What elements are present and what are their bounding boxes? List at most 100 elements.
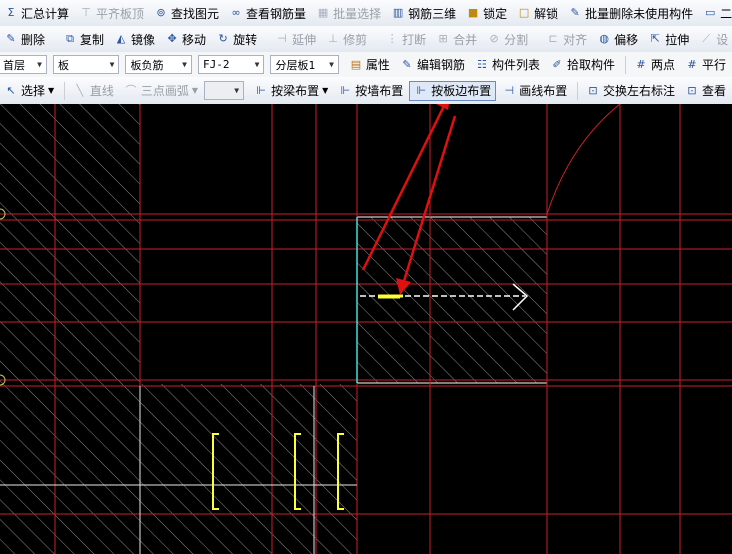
lock-icon: ■ — [467, 6, 479, 19]
delete-icon: ✎ — [6, 32, 16, 45]
chevron-down-icon: ▼ — [234, 86, 240, 95]
separator — [577, 81, 578, 100]
view-button[interactable]: ⊡ 查看 — [681, 81, 730, 101]
split-icon: ⊘ — [489, 32, 499, 45]
two-point-button[interactable]: # 两点 — [630, 55, 679, 75]
offset-button[interactable]: ◍ 偏移 — [593, 29, 642, 49]
edit-rebar-button[interactable]: ✎ 编辑钢筋 — [396, 55, 469, 75]
stretch-icon: ⇱ — [650, 32, 660, 45]
copy-icon: ⧉ — [66, 32, 74, 45]
three-point-arc-button[interactable]: ⌒ 三点画弧 ▼ — [120, 81, 202, 101]
view-2d-icon: ▭ — [704, 6, 716, 19]
pick-component-button[interactable]: ✐ 拾取构件 — [546, 55, 619, 75]
beam-layout-icon: ⊩ — [256, 83, 266, 97]
stretch-button[interactable]: ⇱ 拉伸 — [644, 29, 693, 49]
lock-button[interactable]: ■ 锁定 — [462, 3, 511, 23]
category-select[interactable]: 板 ▼ — [52, 55, 120, 74]
layout-by-wall-button[interactable]: ⊩ 按墙布置 — [334, 81, 407, 101]
parallel-icon: # — [687, 57, 697, 71]
view-icon: ⊡ — [687, 83, 697, 97]
view-2d-button[interactable]: ▭二维 — [699, 3, 732, 23]
extend-button[interactable]: ⊣ 延伸 — [271, 29, 320, 49]
align-top-icon: ⊤ — [81, 6, 91, 19]
slab-region-selected[interactable] — [357, 217, 547, 383]
delete-button[interactable]: ✎ 删除 — [0, 29, 49, 49]
rotate-icon: ↻ — [218, 32, 228, 45]
settings-button[interactable]: ⟋ 设 — [695, 29, 732, 49]
component-list-icon: ☷ — [477, 57, 487, 71]
line-button[interactable]: ╲ 直线 — [69, 81, 118, 101]
binoculars-icon: ⊚ — [156, 6, 166, 19]
align-slab-top-button[interactable]: ⊤ 平齐板顶 — [75, 3, 148, 23]
line-icon: ╲ — [76, 83, 84, 97]
move-button[interactable]: ✥ 移动 — [161, 29, 210, 49]
arc-icon: ⌒ — [125, 83, 137, 97]
layout-by-beam-button[interactable]: ⊩ 按梁布置 ▼ — [250, 81, 332, 101]
chevron-down-icon: ▼ — [329, 60, 334, 69]
component-list-button[interactable]: ☷ 构件列表 — [471, 55, 544, 75]
sum-icon: Σ — [7, 6, 15, 19]
drawing-canvas[interactable] — [0, 104, 732, 554]
mirror-button[interactable]: ◭ 镜像 — [110, 29, 159, 49]
chevron-down-icon: ▼ — [191, 86, 199, 95]
chevron-down-icon: ▼ — [37, 60, 42, 69]
batch-select-button[interactable]: ▦ 批量选择 — [312, 3, 385, 23]
select-button[interactable]: ↖ 选择 ▼ — [0, 81, 58, 101]
properties-icon: ▤ — [350, 57, 362, 71]
glasses-icon: ∞ — [231, 6, 241, 19]
rebar-3d-button[interactable]: ▥ 钢筋三维 — [387, 3, 460, 23]
batch-delete-unused-button[interactable]: ✎ 批量删除未使用构件 — [564, 3, 697, 23]
break-button[interactable]: ⋮ 打断 — [381, 29, 430, 49]
chevron-down-icon: ▼ — [48, 86, 55, 95]
batch-select-icon: ▦ — [317, 6, 329, 19]
mirror-icon: ◭ — [116, 32, 126, 45]
edit-toolbar: ✎ 删除 ⧉ 复制 ◭ 镜像 ✥ 移动 ↻ 旋转 ⊣ 延伸 ⊥ 修剪 ⋮ 打断 ⊞ 合并 ⊘ 分割 … — [0, 26, 732, 53]
swap-icon: ⊡ — [588, 83, 598, 97]
break-icon: ⋮ — [386, 32, 398, 45]
edit-rebar-icon: ✎ — [402, 57, 412, 71]
view-rebar-quantity-button[interactable]: ∞ 查看钢筋量 — [225, 3, 310, 23]
slab-region[interactable] — [0, 104, 140, 384]
swap-annotation-button[interactable]: ⊡ 交换左右标注 — [582, 81, 679, 101]
parallel-button[interactable]: # 平行 — [681, 55, 730, 75]
rotate-button[interactable]: ↻ 旋转 — [212, 29, 261, 49]
cursor-icon: ↖ — [6, 83, 16, 97]
settings-icon: ⟋ — [702, 32, 711, 45]
layout-by-slab-edge-button[interactable]: ⊩ 按板边布置 — [409, 80, 497, 101]
merge-button[interactable]: ⊞ 合并 — [432, 29, 481, 49]
unlock-icon: □ — [518, 6, 530, 19]
component-toolbar: 首层 ▼ 板 ▼ 板负筋 ▼ FJ-2 ▼ 分层板1 ▼ ▤ 属性 ✎ 编辑钢筋 ☷ 构件列表 … — [0, 52, 732, 78]
move-icon: ✥ — [167, 32, 177, 45]
sum-calc-button[interactable]: Σ 汇总计算 — [0, 3, 73, 23]
slab-edge-layout-icon: ⊩ — [416, 83, 427, 97]
subcategory-select[interactable]: 板负筋 ▼ — [125, 55, 192, 74]
properties-button[interactable]: ▤ 属性 — [345, 55, 394, 75]
trim-button[interactable]: ⊥ 修剪 — [322, 29, 371, 49]
separator — [624, 55, 626, 74]
batch-delete-icon: ✎ — [570, 6, 580, 19]
separator — [64, 81, 65, 100]
split-button[interactable]: ⊘ 分割 — [483, 29, 532, 49]
chevron-down-icon: ▼ — [109, 60, 115, 69]
unlock-button[interactable]: □ 解锁 — [513, 3, 562, 23]
layer-select[interactable]: 分层板1 ▼ — [270, 55, 339, 74]
find-element-button[interactable]: ⊚ 查找图元 — [150, 3, 223, 23]
two-point-icon: # — [636, 57, 646, 71]
offset-icon: ◍ — [599, 32, 609, 45]
merge-icon: ⊞ — [438, 32, 448, 45]
rebar-3d-icon: ▥ — [392, 6, 404, 19]
chevron-down-icon: ▼ — [322, 86, 329, 95]
copy-button[interactable]: ⧉ 复制 — [59, 29, 108, 49]
floor-select[interactable]: 首层 ▼ — [0, 55, 47, 74]
layout-by-line-button[interactable]: ⊣ 画线布置 — [498, 81, 571, 101]
trim-icon: ⊥ — [328, 32, 338, 45]
component-select[interactable]: FJ-2 ▼ — [197, 55, 265, 74]
draw-toolbar: ↖ 选择 ▼ ╲ 直线 ⌒ 三点画弧 ▼ ▼ ⊩ 按梁布置 ▼ ⊩ 按墙布置 ⊩ 按板边布置 ⊣ 画… — [0, 77, 732, 105]
align-button[interactable]: ⊏ 对齐 — [542, 29, 591, 49]
align-icon: ⊏ — [548, 32, 558, 45]
slab-region[interactable] — [0, 384, 357, 554]
wall-layout-icon: ⊩ — [340, 83, 351, 97]
draw-mode-combo[interactable]: ▼ — [204, 81, 245, 100]
line-layout-icon: ⊣ — [504, 83, 515, 97]
main-toolbar: Σ 汇总计算 ⊤ 平齐板顶 ⊚ 查找图元 ∞ 查看钢筋量 ▦ 批量选择 ▥ 钢筋三维 ■ 锁定… — [0, 0, 732, 27]
